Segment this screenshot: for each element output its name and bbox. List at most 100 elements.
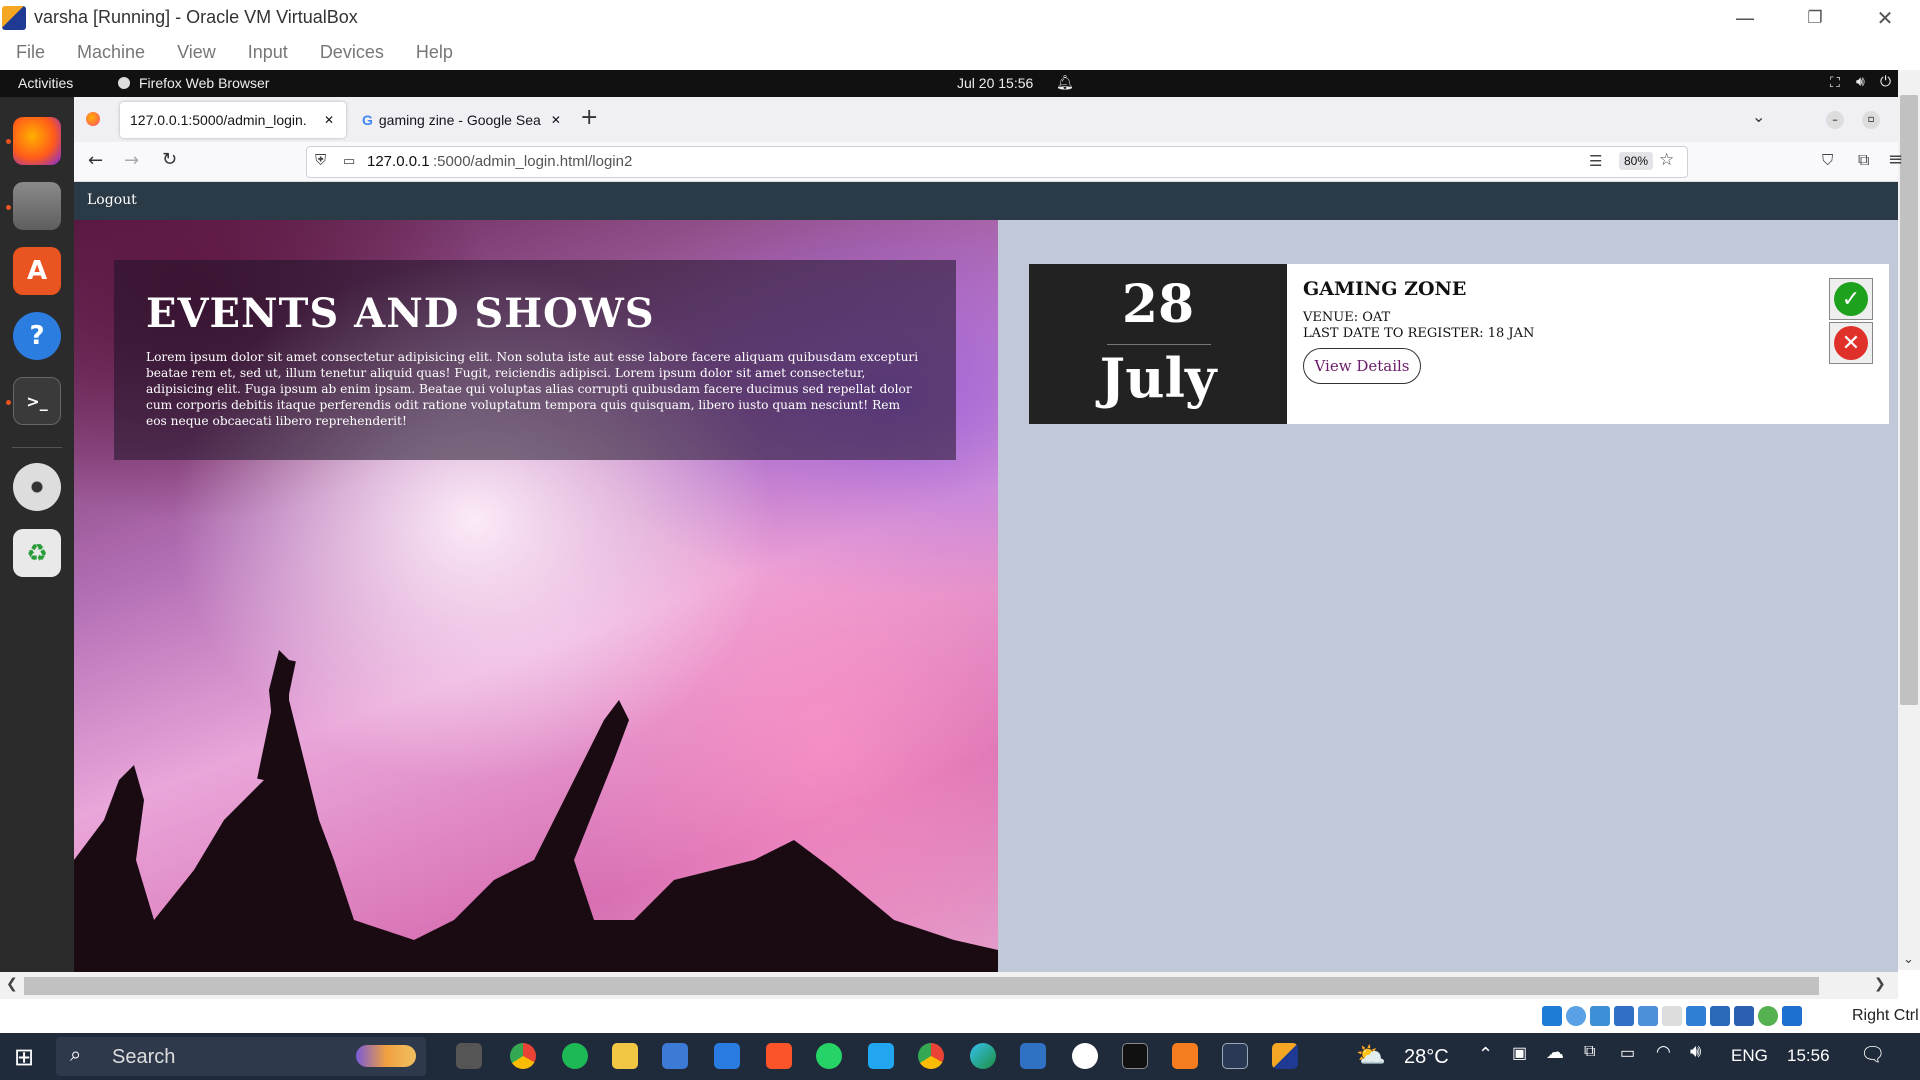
hard-disk-icon[interactable]: [1542, 1006, 1562, 1026]
firefox-icon[interactable]: [13, 117, 61, 165]
optical-drive-icon[interactable]: [1566, 1006, 1586, 1026]
taskbar-clock[interactable]: 15:56: [1787, 1046, 1830, 1066]
edge-icon[interactable]: [970, 1043, 996, 1069]
restore-window-button[interactable]: ▫: [1862, 111, 1880, 129]
battery-icon[interactable]: ▭: [1620, 1043, 1635, 1063]
virtualbox-taskbar-icon[interactable]: [1272, 1043, 1298, 1069]
language-indicator[interactable]: ENG: [1731, 1046, 1768, 1066]
view-details-button[interactable]: View Details: [1303, 348, 1421, 384]
menu-machine[interactable]: Machine: [77, 42, 145, 63]
close-tab-icon[interactable]: ✕: [324, 113, 334, 127]
disc-icon[interactable]: [13, 463, 61, 511]
windows-start-icon[interactable]: ⊞: [14, 1043, 34, 1072]
microsoft-store-icon[interactable]: [662, 1043, 688, 1069]
spotify-icon[interactable]: [562, 1043, 588, 1069]
keyboard-capture-icon[interactable]: [1782, 1006, 1802, 1026]
cross-icon: ✕: [1834, 326, 1868, 360]
menu-view[interactable]: View: [177, 42, 216, 63]
onedrive-cloud-icon[interactable]: ☁: [1546, 1042, 1564, 1063]
speaker-icon[interactable]: 🔊︎: [1690, 1041, 1701, 1062]
approve-button[interactable]: ✓: [1829, 278, 1873, 320]
terminal-taskbar-icon[interactable]: [1122, 1043, 1148, 1069]
task-view-icon[interactable]: [456, 1043, 482, 1069]
network-adapter-icon[interactable]: [1614, 1006, 1634, 1026]
power-icon[interactable]: ⏻: [1880, 73, 1891, 90]
list-tabs-chevron-icon[interactable]: ⌄: [1752, 107, 1765, 126]
app-center-icon[interactable]: A: [13, 247, 61, 295]
hero-concert-image: EVENTS AND SHOWS Lorem ipsum dolor sit a…: [74, 220, 998, 972]
new-tab-button[interactable]: +: [580, 105, 598, 130]
shared-folders-icon[interactable]: [1662, 1006, 1682, 1026]
virtualization-icon[interactable]: [1734, 1006, 1754, 1026]
temperature[interactable]: 28°C: [1404, 1046, 1449, 1069]
menu-devices[interactable]: Devices: [320, 42, 384, 63]
zoom-level-badge[interactable]: 80%: [1619, 152, 1654, 170]
firefox-view-icon[interactable]: [86, 112, 100, 126]
weather-icon[interactable]: ⛅: [1356, 1041, 1386, 1070]
hero-title: EVENTS AND SHOWS: [146, 290, 655, 337]
recording-icon[interactable]: [1710, 1006, 1730, 1026]
tab-google-search[interactable]: G gaming zine - Google Sea ✕: [352, 102, 566, 138]
scroll-left-icon[interactable]: ❮: [6, 976, 18, 992]
clock[interactable]: Jul 20 15:56: [957, 75, 1033, 91]
restore-button[interactable]: ❐: [1780, 0, 1850, 35]
file-explorer-icon[interactable]: [612, 1043, 638, 1069]
usb-icon[interactable]: [1638, 1006, 1658, 1026]
help-icon[interactable]: ?: [13, 312, 61, 360]
menu-input[interactable]: Input: [248, 42, 288, 63]
vscode-icon[interactable]: [868, 1043, 894, 1069]
menu-file[interactable]: File: [16, 42, 45, 63]
scroll-down-icon[interactable]: ⌄: [1903, 952, 1914, 967]
cube-app-icon[interactable]: [1222, 1043, 1248, 1069]
tab-admin-login[interactable]: 127.0.0.1:5000/admin_login. ✕: [120, 102, 346, 138]
close-tab-icon[interactable]: ✕: [551, 113, 561, 127]
files-icon[interactable]: [13, 182, 61, 230]
back-arrow-icon[interactable]: ←: [88, 150, 103, 171]
brave-icon[interactable]: [766, 1043, 792, 1069]
bookmark-star-icon[interactable]: ☆: [1659, 150, 1674, 170]
tracking-shield-icon[interactable]: ⛨: [315, 152, 326, 169]
network-icon[interactable]: ⛶: [1830, 74, 1840, 91]
pocket-icon[interactable]: ⛉: [1822, 151, 1833, 169]
terminal-icon[interactable]: >_: [13, 377, 61, 425]
url-host: 127.0.0.1: [367, 153, 430, 170]
wifi-icon[interactable]: ◠: [1656, 1042, 1671, 1062]
minimize-window-button[interactable]: –: [1826, 111, 1844, 129]
page-info-icon[interactable]: ▭: [343, 153, 355, 169]
mail-icon[interactable]: [714, 1043, 740, 1069]
reject-button[interactable]: ✕: [1829, 322, 1873, 364]
scroll-right-icon[interactable]: ❯: [1874, 976, 1886, 992]
photos-icon[interactable]: [1020, 1043, 1046, 1069]
trash-icon[interactable]: ♻: [13, 529, 61, 577]
forward-arrow-icon[interactable]: →: [124, 150, 139, 171]
notification-bell-icon[interactable]: 🔔︎: [1056, 74, 1074, 91]
vm-vertical-scrollbar-thumb[interactable]: [1900, 95, 1918, 705]
show-hidden-icons-chevron[interactable]: ⌃: [1478, 1044, 1493, 1065]
reader-view-icon[interactable]: ☰: [1589, 152, 1602, 170]
display-icon[interactable]: [1686, 1006, 1706, 1026]
windows-taskbar: ⊞ ⌕ Search ⛅ 28°C ⌃ ▣ ☁ ⧉ ▭ ◠ 🔊︎ ENG 15:…: [0, 1033, 1920, 1080]
url-bar[interactable]: ⛨ ▭ 127.0.0.1 :5000/admin_login.html/log…: [306, 146, 1688, 178]
search-box[interactable]: ⌕ Search: [56, 1037, 426, 1076]
close-button[interactable]: ✕: [1850, 0, 1920, 35]
reload-icon[interactable]: ↻: [162, 149, 177, 170]
whatsapp-icon[interactable]: [816, 1043, 842, 1069]
minimize-button[interactable]: —: [1710, 0, 1780, 35]
camera-icon[interactable]: ▣: [1512, 1043, 1527, 1063]
vm-horizontal-scrollbar-thumb[interactable]: [24, 977, 1819, 995]
volume-icon[interactable]: 🔊︎: [1856, 73, 1865, 90]
menu-icon[interactable]: ≡: [1888, 149, 1903, 170]
xampp-icon[interactable]: [1172, 1043, 1198, 1069]
audio-icon[interactable]: [1590, 1006, 1610, 1026]
activities-button[interactable]: Activities: [18, 75, 73, 91]
app-menu[interactable]: Firefox Web Browser: [139, 75, 269, 91]
chrome-profile-icon[interactable]: [918, 1043, 944, 1069]
display-settings-icon[interactable]: ⧉: [1584, 1043, 1595, 1061]
logout-link[interactable]: Logout: [87, 192, 137, 208]
notifications-icon[interactable]: 🗨︎: [1860, 1042, 1885, 1067]
app-icon[interactable]: [1072, 1043, 1098, 1069]
extensions-icon[interactable]: ⧉: [1858, 150, 1869, 170]
cpu-activity-icon[interactable]: [1758, 1006, 1778, 1026]
menu-help[interactable]: Help: [416, 42, 453, 63]
chrome-icon[interactable]: [510, 1043, 536, 1069]
